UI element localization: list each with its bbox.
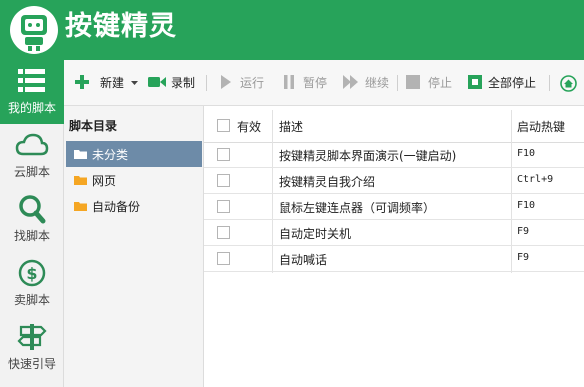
table-row[interactable]: 按键精灵脚本界面演示(一键启动) F10 [204,142,584,168]
continue-button[interactable]: 继续 [343,74,403,92]
row-checkbox[interactable] [217,148,230,161]
script-directory-panel: 脚本目录 未分类 网页 自动备份 [64,106,204,387]
directory-item-label: 自动备份 [92,200,141,214]
row-hotkey: F9 [517,252,530,263]
directory-title: 脚本目录 [69,119,118,133]
sidebar: 我的脚本 云脚本 找脚本 $ 卖脚本 快速引导 [0,60,64,387]
select-all-checkbox[interactable] [217,119,230,132]
stop-all-icon [468,75,482,89]
column-header-description[interactable]: 描述 [279,118,303,135]
new-button[interactable]: 新建 [75,74,140,92]
table-row[interactable]: 按键精灵自我介绍 Ctrl+9 [204,168,584,194]
row-description: 按键精灵自我介绍 [279,175,376,189]
folder-icon [74,202,87,211]
sidebar-item-quick-guide[interactable]: 快速引导 [0,316,64,380]
table-row[interactable]: 鼠标左键连点器（可调频率） F10 [204,194,584,220]
app-title: 按键精灵 [65,11,177,42]
directory-item-label: 未分类 [92,148,129,162]
sidebar-item-my-scripts[interactable]: 我的脚本 [0,60,64,124]
svg-text:$: $ [26,264,37,283]
app-header: 按键精灵 [0,0,584,60]
sidebar-item-label: 找脚本 [13,229,50,243]
folder-icon [74,176,87,185]
run-label: 运行 [240,76,265,90]
search-icon [19,195,46,224]
new-label: 新建 [100,76,125,90]
home-icon [560,75,577,92]
script-table: 有效 描述 启动热键 按键精灵脚本界面演示(一键启动) F10 按键精灵自我介绍… [204,106,584,387]
sidebar-item-label: 我的脚本 [7,101,56,115]
stop-label: 停止 [428,76,453,90]
play-icon [221,75,231,89]
continue-label: 继续 [365,76,390,90]
row-checkbox[interactable] [217,226,230,239]
row-hotkey: F10 [517,148,536,159]
directory-item-uncategorized[interactable]: 未分类 [66,141,202,167]
table-header: 有效 描述 启动热键 [204,110,584,143]
table-row[interactable]: 自动定时关机 F9 [204,220,584,246]
sidebar-item-find-scripts[interactable]: 找脚本 [0,188,64,252]
row-checkbox[interactable] [217,200,230,213]
row-description: 自动喊话 [279,253,328,267]
video-camera-icon [148,77,166,87]
directory-item-web[interactable]: 网页 [66,167,202,193]
directory-item-auto-backup[interactable]: 自动备份 [66,193,202,219]
toolbar: 新建 录制 运行 暂停 继续 停止 全部停止 [64,60,584,106]
table-row[interactable]: 自动喊话 F9 [204,246,584,272]
row-checkbox[interactable] [217,252,230,265]
column-header-hotkey[interactable]: 启动热键 [517,118,565,135]
row-checkbox[interactable] [217,174,230,187]
row-hotkey: F9 [517,226,530,237]
row-hotkey: F10 [517,200,536,211]
list-icon [18,69,45,92]
pause-icon [284,75,294,89]
sidebar-item-label: 云脚本 [13,165,50,179]
toolbar-divider [206,75,207,91]
sidebar-item-label: 快速引导 [7,357,56,371]
row-hotkey: Ctrl+9 [517,174,554,185]
directory-item-label: 网页 [92,174,117,188]
sidebar-item-sell-scripts[interactable]: $ 卖脚本 [0,252,64,316]
folder-icon [74,150,87,159]
column-header-enabled[interactable]: 有效 [237,118,261,135]
row-description: 鼠标左键连点器（可调频率） [279,201,436,215]
dollar-icon: $ [18,259,46,287]
toolbar-divider [397,75,398,91]
fast-forward-icon [343,75,358,89]
run-button[interactable]: 运行 [220,74,270,92]
signpost-icon [17,324,47,350]
stop-button[interactable]: 停止 [406,74,456,92]
row-description: 自动定时关机 [279,227,352,241]
cloud-icon [15,133,49,156]
plus-icon [75,75,89,89]
stop-all-button[interactable]: 全部停止 [468,74,542,92]
stop-all-label: 全部停止 [488,76,537,90]
toolbar-divider [549,75,550,91]
robot-logo-icon [10,6,58,54]
pause-label: 暂停 [303,76,328,90]
chevron-down-icon [131,81,138,85]
record-button[interactable]: 录制 [148,74,198,92]
row-description: 按键精灵脚本界面演示(一键启动) [279,149,457,163]
sidebar-item-cloud-scripts[interactable]: 云脚本 [0,124,64,188]
stop-icon [406,75,420,89]
sidebar-item-label: 卖脚本 [13,293,50,307]
pause-button[interactable]: 暂停 [283,74,333,92]
home-button[interactable] [560,74,578,92]
record-label: 录制 [171,76,196,90]
